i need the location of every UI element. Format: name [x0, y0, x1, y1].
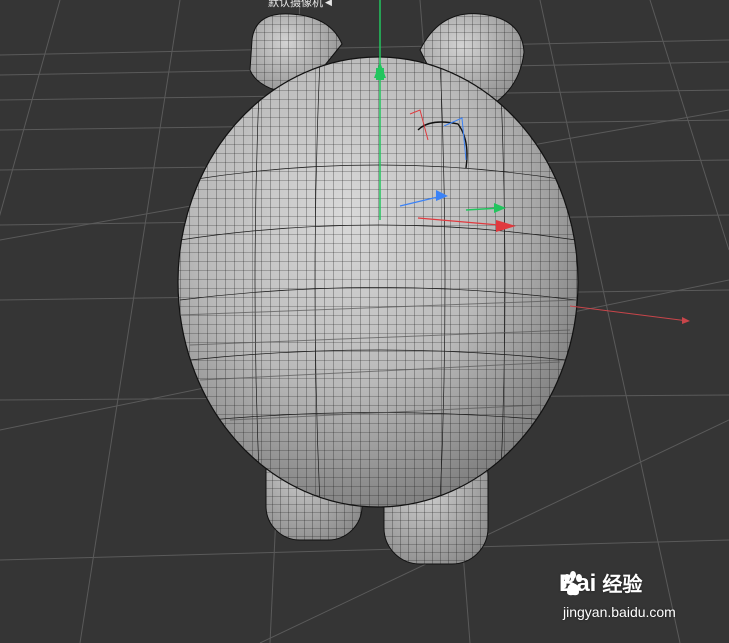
watermark-url: jingyan.baidu.com [563, 604, 676, 620]
camera-label[interactable]: 默认摄像机 ◀ [268, 0, 332, 10]
viewport-scene[interactable] [0, 0, 729, 643]
paw-icon [561, 571, 582, 596]
watermark-brand: Bai 经验 [559, 570, 642, 598]
camera-arrow-icon[interactable]: ◀ [325, 0, 332, 10]
world-x-axis-line [569, 305, 689, 322]
3d-viewport[interactable]: 默认摄像机 ◀ Bai 经验 jingyan.baidu.com [0, 0, 729, 643]
baidu-jingyan-watermark: Bai 经验 jingyan.baidu.com [555, 560, 725, 640]
camera-label-text[interactable]: 默认摄像机 [268, 0, 323, 10]
watermark-brand-suffix: 经验 [602, 572, 643, 596]
